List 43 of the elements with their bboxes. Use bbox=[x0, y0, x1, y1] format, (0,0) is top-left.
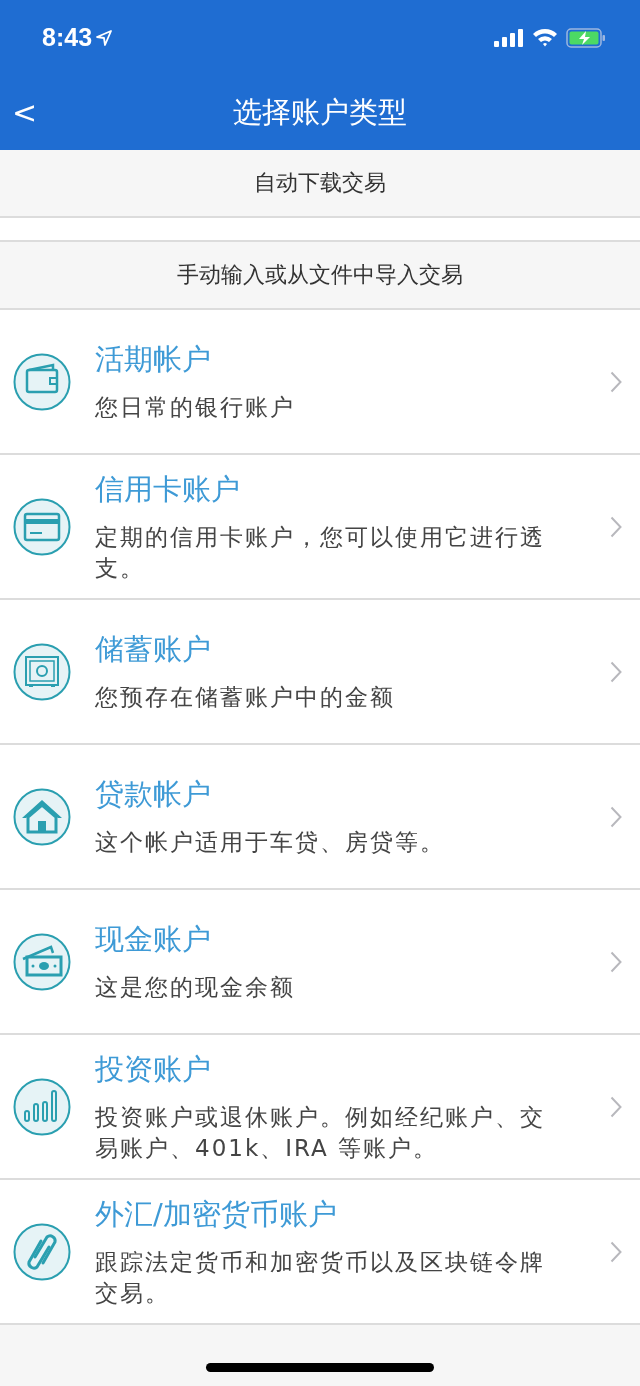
battery-charging-icon bbox=[566, 27, 606, 48]
chevron-right-icon bbox=[610, 950, 622, 973]
house-icon bbox=[13, 787, 71, 846]
section-header: 手动输入或从文件中导入交易 bbox=[0, 242, 640, 310]
account-type-item[interactable]: 储蓄账户 您预存在储蓄账户中的金额 bbox=[0, 600, 640, 745]
account-type-description: 投资账户或退休账户。例如经纪账户、交易账户、401k、IRA 等账户。 bbox=[95, 1102, 546, 1163]
account-type-item[interactable]: 信用卡账户 定期的信用卡账户，您可以使用它进行透支。 bbox=[0, 455, 640, 600]
account-type-title: 现金账户 bbox=[95, 921, 212, 958]
signal-icon bbox=[494, 28, 524, 47]
account-type-description: 跟踪法定货币和加密货币以及区块链令牌交易。 bbox=[95, 1247, 546, 1308]
account-type-title: 投资账户 bbox=[95, 1050, 212, 1088]
status-time: 8:43 bbox=[42, 23, 93, 52]
account-type-title: 外汇/加密货币账户 bbox=[95, 1195, 338, 1233]
paperclip-icon bbox=[13, 1222, 71, 1281]
screen-title: 选择账户类型 bbox=[232, 93, 408, 131]
location-arrow-icon bbox=[96, 29, 113, 46]
account-type-title: 储蓄账户 bbox=[95, 631, 212, 668]
account-type-description: 这是您的现金余额 bbox=[95, 973, 296, 1002]
section-header: 自动下载交易 bbox=[0, 150, 640, 218]
account-type-item[interactable]: 投资账户 投资账户或退休账户。例如经纪账户、交易账户、401k、IRA 等账户。 bbox=[0, 1035, 640, 1180]
chevron-right-icon bbox=[610, 1095, 622, 1118]
account-type-description: 您日常的银行账户 bbox=[95, 393, 296, 422]
account-type-item[interactable]: 活期帐户 您日常的银行账户 bbox=[0, 310, 640, 455]
back-button[interactable]: < bbox=[0, 95, 60, 130]
account-type-item[interactable]: 贷款帐户 这个帐户适用于车贷、房贷等。 bbox=[0, 745, 640, 890]
chevron-right-icon bbox=[610, 660, 622, 683]
chevron-right-icon bbox=[610, 805, 622, 828]
safe-icon bbox=[13, 642, 71, 701]
bar-chart-icon bbox=[13, 1077, 71, 1136]
account-type-description: 定期的信用卡账户，您可以使用它进行透支。 bbox=[95, 522, 546, 583]
credit-card-icon bbox=[13, 497, 71, 556]
chevron-right-icon bbox=[610, 370, 622, 393]
chevron-right-icon bbox=[610, 515, 622, 538]
account-type-description: 这个帐户适用于车贷、房贷等。 bbox=[95, 828, 446, 857]
wallet-icon bbox=[13, 352, 71, 411]
account-type-title: 信用卡账户 bbox=[95, 470, 241, 508]
account-type-title: 贷款帐户 bbox=[95, 776, 212, 813]
account-type-item[interactable]: 现金账户 这是您的现金余额 bbox=[0, 890, 640, 1035]
chevron-right-icon bbox=[610, 1240, 622, 1263]
banknote-icon bbox=[13, 932, 71, 991]
account-type-title: 活期帐户 bbox=[95, 341, 212, 378]
account-type-description: 您预存在储蓄账户中的金额 bbox=[95, 683, 396, 712]
wifi-icon bbox=[532, 28, 558, 47]
